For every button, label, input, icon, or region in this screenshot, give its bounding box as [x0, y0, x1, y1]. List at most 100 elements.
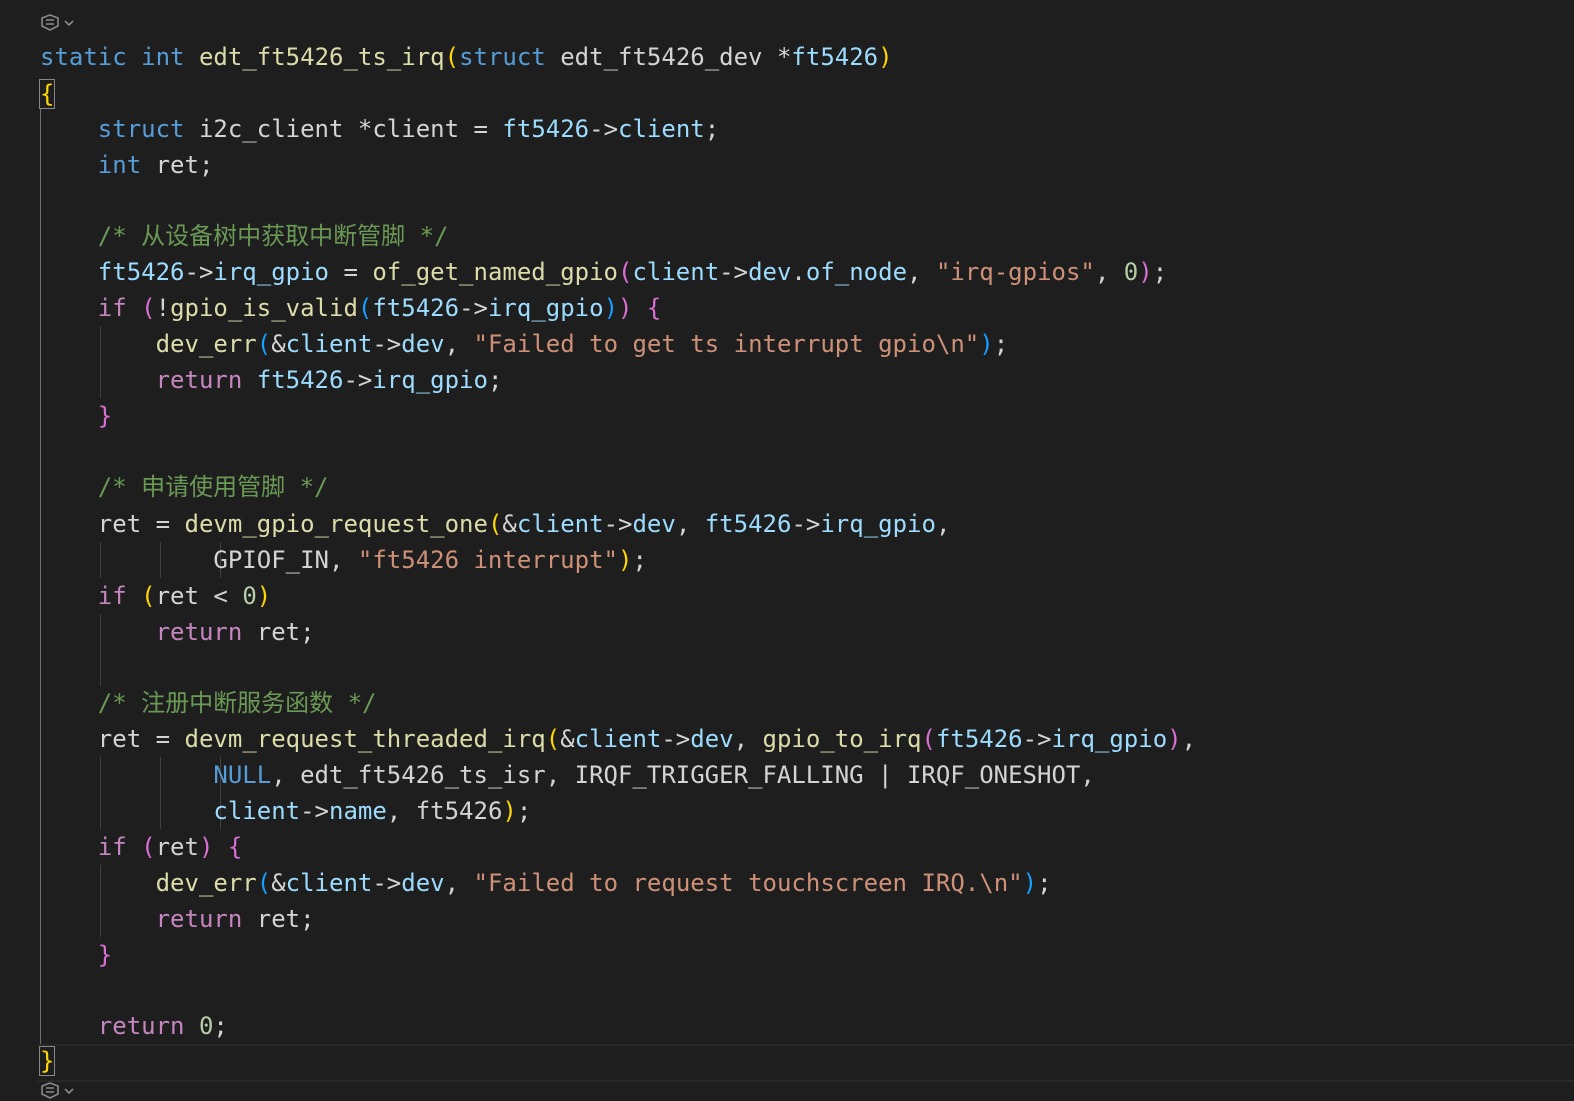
- code-line-28[interactable]: return 0;: [40, 1008, 228, 1044]
- bracket: (: [921, 725, 936, 753]
- code-line-3[interactable]: struct i2c_client *client = ft5426->clie…: [40, 111, 719, 147]
- code-line-10[interactable]: return ft5426->irq_gpio;: [40, 362, 503, 398]
- bracket: (: [256, 330, 272, 358]
- function-call: of_get_named_gpio: [372, 258, 618, 286]
- control-keyword: if: [97, 582, 127, 610]
- comment: /* 从设备树中获取中断管脚 */: [97, 222, 449, 250]
- code-line-11[interactable]: }: [40, 398, 112, 434]
- code-line-6[interactable]: /* 从设备树中获取中断管脚 */: [40, 218, 449, 254]
- bracket: (: [141, 294, 156, 322]
- semicolon: ;: [487, 366, 503, 394]
- bracket: (: [141, 582, 156, 610]
- code-line-20[interactable]: ret = devm_request_threaded_irq(&client-…: [40, 721, 1196, 757]
- string-literal: "irq-gpios": [935, 258, 1095, 286]
- operator: !: [155, 294, 171, 322]
- variable: client: [516, 510, 604, 538]
- open-brace: {: [646, 294, 662, 322]
- variable: ft5426: [97, 258, 185, 286]
- null-keyword: NULL: [213, 761, 272, 789]
- variable: ret: [155, 582, 199, 610]
- code-actions-icon[interactable]: [38, 12, 78, 34]
- function-call: dev_err: [155, 330, 257, 358]
- comma: ,: [1094, 258, 1124, 286]
- code-line-24[interactable]: dev_err(&client->dev, "Failed to request…: [40, 865, 1052, 901]
- code-actions-icon[interactable]: [38, 1080, 78, 1101]
- comment: /* 申请使用管脚 */: [97, 473, 329, 501]
- bracket: (: [256, 869, 272, 897]
- bracket: ): [1022, 869, 1038, 897]
- type-name: edt_ft5426_dev: [560, 43, 763, 71]
- function-name: edt_ft5426_ts_irq: [198, 43, 445, 71]
- string-literal: "ft5426 interrupt": [357, 546, 618, 574]
- code-line-14[interactable]: ret = devm_gpio_request_one(&client->dev…: [40, 506, 951, 542]
- variable: client: [213, 797, 301, 825]
- arguments: , ft5426: [386, 797, 503, 825]
- code-line-16[interactable]: if (ret < 0): [40, 578, 271, 614]
- code-line-17[interactable]: return ret;: [40, 614, 315, 650]
- operator: .: [791, 258, 806, 286]
- function-call: dev_err: [155, 869, 257, 897]
- number-literal: 0: [198, 1012, 214, 1040]
- comma: ,: [907, 258, 936, 286]
- variable: client: [632, 258, 720, 286]
- function-call: gpio_to_irq: [762, 725, 922, 753]
- variable: ret;: [242, 905, 315, 933]
- code-line-23[interactable]: if (ret) {: [40, 829, 243, 865]
- variable: ft5426: [704, 510, 792, 538]
- comma: ,: [444, 330, 474, 358]
- code-line-13[interactable]: /* 申请使用管脚 */: [40, 469, 329, 505]
- bracket: (: [545, 725, 561, 753]
- variable: ret;: [242, 618, 315, 646]
- bracket: ): [256, 582, 272, 610]
- bracket: (: [618, 258, 633, 286]
- code-line-19[interactable]: /* 注册中断服务函数 */: [40, 685, 377, 721]
- field: dev: [632, 510, 676, 538]
- code-line-15[interactable]: GPIOF_IN, "ft5426 interrupt");: [40, 542, 647, 578]
- variable: ft5426: [502, 115, 590, 143]
- code-line-7[interactable]: ft5426->irq_gpio = of_get_named_gpio(cli…: [40, 254, 1167, 290]
- code-line-29[interactable]: }: [38, 1043, 56, 1079]
- code-line-25[interactable]: return ret;: [40, 901, 315, 937]
- bracket: ): [1138, 258, 1153, 286]
- code-line-1[interactable]: static int edt_ft5426_ts_irq(struct edt_…: [40, 39, 893, 75]
- operator: =: [329, 258, 373, 286]
- semicolon: ;: [213, 1012, 228, 1040]
- variable: client: [285, 330, 373, 358]
- code-line-9[interactable]: dev_err(&client->dev, "Failed to get ts …: [40, 326, 1009, 362]
- operator: &: [560, 725, 575, 753]
- function-call: gpio_is_valid: [170, 294, 358, 322]
- comment: /* 注册中断服务函数 */: [97, 689, 377, 717]
- close-brace: }: [38, 1046, 56, 1076]
- bracket: (: [487, 510, 503, 538]
- variable: ret: [155, 833, 199, 861]
- semicolon: ;: [1037, 869, 1052, 897]
- comma: ,: [1181, 725, 1197, 753]
- operator: ->: [719, 258, 749, 286]
- operator: ->: [791, 510, 821, 538]
- semicolon: ;: [1152, 258, 1168, 286]
- operator: ->: [459, 294, 488, 322]
- bracket: ): [878, 43, 893, 71]
- code-line-4[interactable]: int ret;: [40, 147, 214, 183]
- control-keyword: return: [155, 618, 243, 646]
- field: irq_gpio: [820, 510, 936, 538]
- code-line-22[interactable]: client->name, ft5426);: [40, 793, 531, 829]
- operator: &: [502, 510, 517, 538]
- semicolon: ;: [632, 546, 647, 574]
- code-line-21[interactable]: NULL, edt_ft5426_ts_isr, IRQF_TRIGGER_FA…: [40, 757, 1094, 793]
- number-literal: 0: [242, 582, 257, 610]
- code-line-26[interactable]: }: [40, 937, 112, 973]
- code-line-8[interactable]: if (!gpio_is_valid(ft5426->irq_gpio)) {: [40, 290, 662, 326]
- bracket: ): [1167, 725, 1182, 753]
- code-line-2[interactable]: {: [38, 76, 56, 112]
- current-line-highlight: [38, 1044, 1574, 1082]
- variable: ft5426: [935, 725, 1023, 753]
- field: dev: [401, 330, 445, 358]
- bracket: ): [979, 330, 994, 358]
- bracket: (: [141, 833, 156, 861]
- code-editor[interactable]: static int edt_ft5426_ts_irq(struct edt_…: [0, 0, 1574, 1101]
- bracket: ): [618, 294, 633, 322]
